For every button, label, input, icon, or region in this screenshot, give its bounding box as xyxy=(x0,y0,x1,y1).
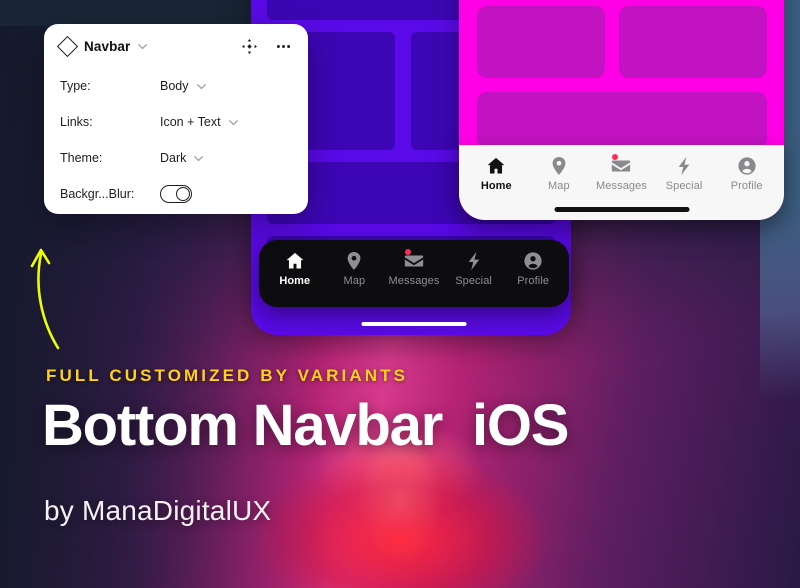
nav-label: Special xyxy=(455,275,492,287)
property-row-theme: Theme: Dark xyxy=(44,140,308,176)
more-dots-icon[interactable] xyxy=(274,37,292,55)
panel-header: Navbar xyxy=(44,24,308,68)
bottom-navbar-dark: Home Map Messages Special Profile xyxy=(259,240,569,307)
page-title: Bottom Navbar iOS xyxy=(42,393,569,458)
nav-label: Map xyxy=(548,180,570,192)
property-value-dropdown[interactable]: Body xyxy=(160,79,207,93)
bolt-icon xyxy=(673,155,695,177)
chevron-down-icon xyxy=(196,81,207,92)
nav-label: Messages xyxy=(388,275,440,287)
toggle-knob xyxy=(176,187,190,201)
move-icon[interactable] xyxy=(240,37,258,55)
mockup-card xyxy=(619,6,767,78)
property-value-dropdown[interactable]: Dark xyxy=(160,151,204,165)
bottom-navbar-light: Home Map Messages Special Profile xyxy=(459,145,784,220)
chevron-down-icon[interactable] xyxy=(137,41,148,52)
home-icon xyxy=(284,250,306,272)
envelope-icon xyxy=(610,154,632,177)
property-value-text: Icon + Text xyxy=(160,115,221,129)
background-right-slab-lower xyxy=(760,200,800,400)
component-properties-panel: Navbar Type: Body Links: Icon + Text The… xyxy=(44,24,308,214)
nav-label: Profile xyxy=(730,180,763,192)
nav-label: Special xyxy=(665,180,703,192)
home-indicator-dark xyxy=(361,322,467,326)
chevron-down-icon xyxy=(193,153,204,164)
nav-item-home[interactable]: Home xyxy=(265,250,325,287)
property-value-text: Body xyxy=(160,79,189,93)
property-label: Links: xyxy=(60,115,93,129)
panel-title: Navbar xyxy=(84,38,131,54)
nav-item-special[interactable]: Special xyxy=(444,250,504,287)
property-row-type: Type: Body xyxy=(44,68,308,104)
navbar-items-row-dark: Home Map Messages Special Profile xyxy=(259,240,569,287)
notification-badge xyxy=(404,249,411,255)
nav-label: Home xyxy=(480,180,512,192)
home-icon xyxy=(485,155,507,177)
nav-item-profile[interactable]: Profile xyxy=(715,155,778,192)
nav-item-messages[interactable]: Messages xyxy=(590,154,653,192)
kicker-text: FULL CUSTOMIZED BY VARIANTS xyxy=(46,366,409,385)
nav-label: Messages xyxy=(596,180,647,192)
nav-item-messages[interactable]: Messages xyxy=(384,249,444,287)
nav-item-special[interactable]: Special xyxy=(653,155,716,192)
bolt-icon xyxy=(463,250,485,272)
property-label: Backgr...Blur: xyxy=(60,187,135,201)
pin-icon xyxy=(343,250,365,272)
home-indicator-light xyxy=(554,207,689,212)
nav-label: Profile xyxy=(517,275,550,287)
nav-item-map[interactable]: Map xyxy=(325,250,385,287)
yellow-arrow-annotation xyxy=(18,222,88,350)
property-row-background-blur: Backgr...Blur: xyxy=(44,176,308,212)
pin-icon xyxy=(548,155,570,177)
background-blur-toggle[interactable] xyxy=(160,185,192,203)
chevron-down-icon xyxy=(228,117,239,128)
envelope-icon xyxy=(403,249,425,272)
nav-label: Home xyxy=(279,275,311,287)
property-row-links: Links: Icon + Text xyxy=(44,104,308,140)
property-value-text: Dark xyxy=(160,151,187,165)
navbar-items-row-light: Home Map Messages Special Profile xyxy=(459,145,784,192)
property-label: Type: xyxy=(60,79,91,93)
nav-item-profile[interactable]: Profile xyxy=(503,250,563,287)
nav-item-map[interactable]: Map xyxy=(528,155,591,192)
mockup-card xyxy=(477,92,767,148)
mockup-card xyxy=(477,6,605,78)
person-icon xyxy=(522,250,544,272)
property-value-dropdown[interactable]: Icon + Text xyxy=(160,115,239,129)
promo-cover: Home Map Messages Special Profile Home M… xyxy=(0,0,800,588)
property-label: Theme: xyxy=(60,151,103,165)
nav-label: Map xyxy=(343,275,366,287)
nav-item-home[interactable]: Home xyxy=(465,155,528,192)
diamond-icon xyxy=(56,35,79,57)
person-icon xyxy=(736,155,758,177)
author-byline: by ManaDigitalUX xyxy=(44,495,272,526)
